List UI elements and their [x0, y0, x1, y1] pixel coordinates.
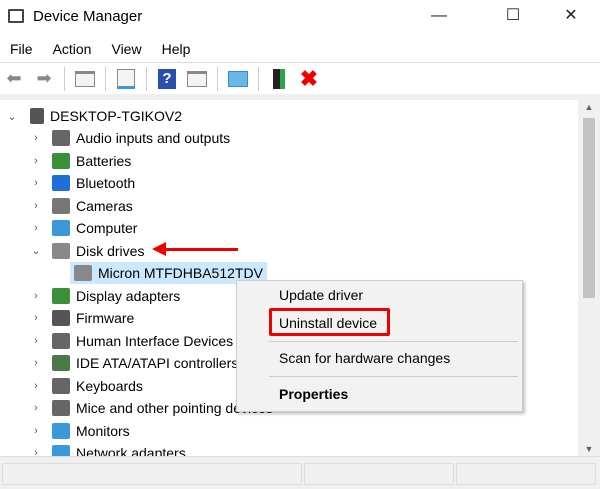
tree-item-label: Disk drives: [76, 242, 145, 259]
highlight-box: [269, 308, 390, 336]
chevron-right-icon[interactable]: ›: [30, 222, 42, 234]
chevron-right-icon[interactable]: ›: [30, 425, 42, 437]
tree-item-label: Batteries: [76, 152, 132, 169]
tree-item-label: Display adapters: [76, 287, 181, 304]
close-button[interactable]: ✕: [548, 0, 594, 32]
device-category-icon: [52, 287, 70, 304]
minimize-button[interactable]: —: [416, 0, 462, 32]
scan-hardware-icon[interactable]: [226, 67, 250, 91]
properties-pane-icon[interactable]: [73, 67, 97, 91]
device-category-icon: [52, 220, 70, 236]
menu-view[interactable]: View: [101, 38, 151, 60]
tree-root[interactable]: ⌄ DESKTOP-TGIKOV2: [0, 105, 182, 127]
tree-item[interactable]: › Cameras: [0, 195, 137, 217]
help-icon[interactable]: ?: [155, 67, 179, 91]
device-category-icon: [52, 152, 70, 169]
tree-item-label: Bluetooth: [76, 175, 136, 191]
tree-item[interactable]: › Bluetooth: [0, 172, 139, 194]
chevron-right-icon[interactable]: ›: [30, 177, 42, 189]
title-bar: Device Manager — ☐ ✕: [0, 0, 600, 34]
tree-item-label: IDE ATA/ATAPI controllers: [76, 355, 239, 371]
device-manager-icon: [8, 9, 24, 23]
tree-item-label: Monitors: [76, 422, 130, 439]
chevron-right-icon[interactable]: ›: [30, 447, 42, 456]
tree-item[interactable]: › Monitors: [0, 420, 134, 442]
context-menu: Update driver Uninstall device Scan for …: [236, 280, 523, 412]
menu-help[interactable]: Help: [152, 38, 201, 60]
device-category-icon: [52, 175, 70, 191]
tree-item-label: Cameras: [76, 197, 133, 214]
tree-item[interactable]: ⌄ Disk drives: [0, 240, 148, 262]
tree-item[interactable]: › Display adapters: [0, 285, 184, 307]
device-category-icon: [52, 377, 70, 394]
tree-item[interactable]: › Firmware: [0, 307, 138, 329]
toolbar: ⬅ ➡ ? ✖: [0, 62, 600, 94]
tree-item-label: Micron MTFDHBA512TDV: [98, 265, 263, 281]
tree-item-label: Human Interface Devices: [76, 332, 234, 349]
device-category-icon: [52, 355, 70, 371]
tree-item[interactable]: › Batteries: [0, 150, 135, 172]
menu-update-driver[interactable]: Update driver: [279, 287, 363, 303]
back-icon[interactable]: ⬅: [2, 67, 26, 91]
device-category-icon: [52, 422, 70, 439]
tree-item[interactable]: › Audio inputs and outputs: [0, 127, 234, 149]
menu-properties[interactable]: Properties: [279, 386, 348, 402]
device-category-icon: [52, 400, 70, 416]
show-pane-icon[interactable]: [185, 67, 209, 91]
chevron-right-icon[interactable]: ›: [30, 312, 42, 324]
menu-file[interactable]: File: [0, 38, 43, 60]
chevron-right-icon[interactable]: ›: [30, 132, 42, 144]
status-bar: [0, 456, 600, 489]
forward-icon[interactable]: ➡: [32, 67, 56, 91]
chevron-down-icon[interactable]: ⌄: [30, 244, 42, 257]
chevron-right-icon[interactable]: ›: [30, 357, 42, 369]
tree-item-label: Computer: [76, 220, 138, 236]
device-category-icon: [74, 265, 92, 281]
maximize-button[interactable]: ☐: [490, 0, 536, 32]
computer-icon: [30, 108, 44, 124]
tree-item[interactable]: › Keyboards: [0, 375, 147, 397]
device-list-icon[interactable]: [114, 67, 138, 91]
device-category-icon: [52, 197, 70, 214]
tree-item-label: Keyboards: [76, 377, 143, 394]
chevron-right-icon[interactable]: ›: [30, 290, 42, 302]
chevron-right-icon[interactable]: ›: [30, 380, 42, 392]
menu-scan-hardware[interactable]: Scan for hardware changes: [279, 350, 450, 366]
tree-item[interactable]: › Computer: [0, 217, 141, 239]
annotation-arrow: [158, 248, 238, 251]
tree-item-label: Audio inputs and outputs: [76, 130, 231, 146]
update-driver-icon[interactable]: [267, 67, 291, 91]
chevron-right-icon[interactable]: ›: [30, 200, 42, 212]
vertical-scrollbar[interactable]: ▲ ▼: [578, 100, 600, 456]
chevron-right-icon[interactable]: ›: [30, 155, 42, 167]
chevron-right-icon[interactable]: ›: [30, 335, 42, 347]
device-category-icon: [52, 242, 70, 259]
menu-bar: File Action View Help: [0, 38, 200, 60]
window-title: Device Manager: [33, 8, 143, 25]
tree-item-label: Firmware: [76, 310, 135, 326]
chevron-right-icon[interactable]: ›: [30, 402, 42, 414]
scrollbar-thumb[interactable]: [583, 118, 595, 298]
root-label: DESKTOP-TGIKOV2: [50, 108, 182, 124]
tree-item-label: Network adapters: [76, 445, 186, 456]
menu-action[interactable]: Action: [43, 38, 102, 60]
tree-item[interactable]: › IDE ATA/ATAPI controllers: [0, 352, 242, 374]
device-category-icon: [52, 310, 70, 326]
device-category-icon: [52, 130, 70, 146]
tree-item[interactable]: › Human Interface Devices: [0, 330, 237, 352]
device-category-icon: [52, 332, 70, 349]
uninstall-icon[interactable]: ✖: [297, 66, 321, 91]
tree-item[interactable]: › Network adapters: [0, 442, 190, 456]
device-category-icon: [52, 445, 70, 456]
